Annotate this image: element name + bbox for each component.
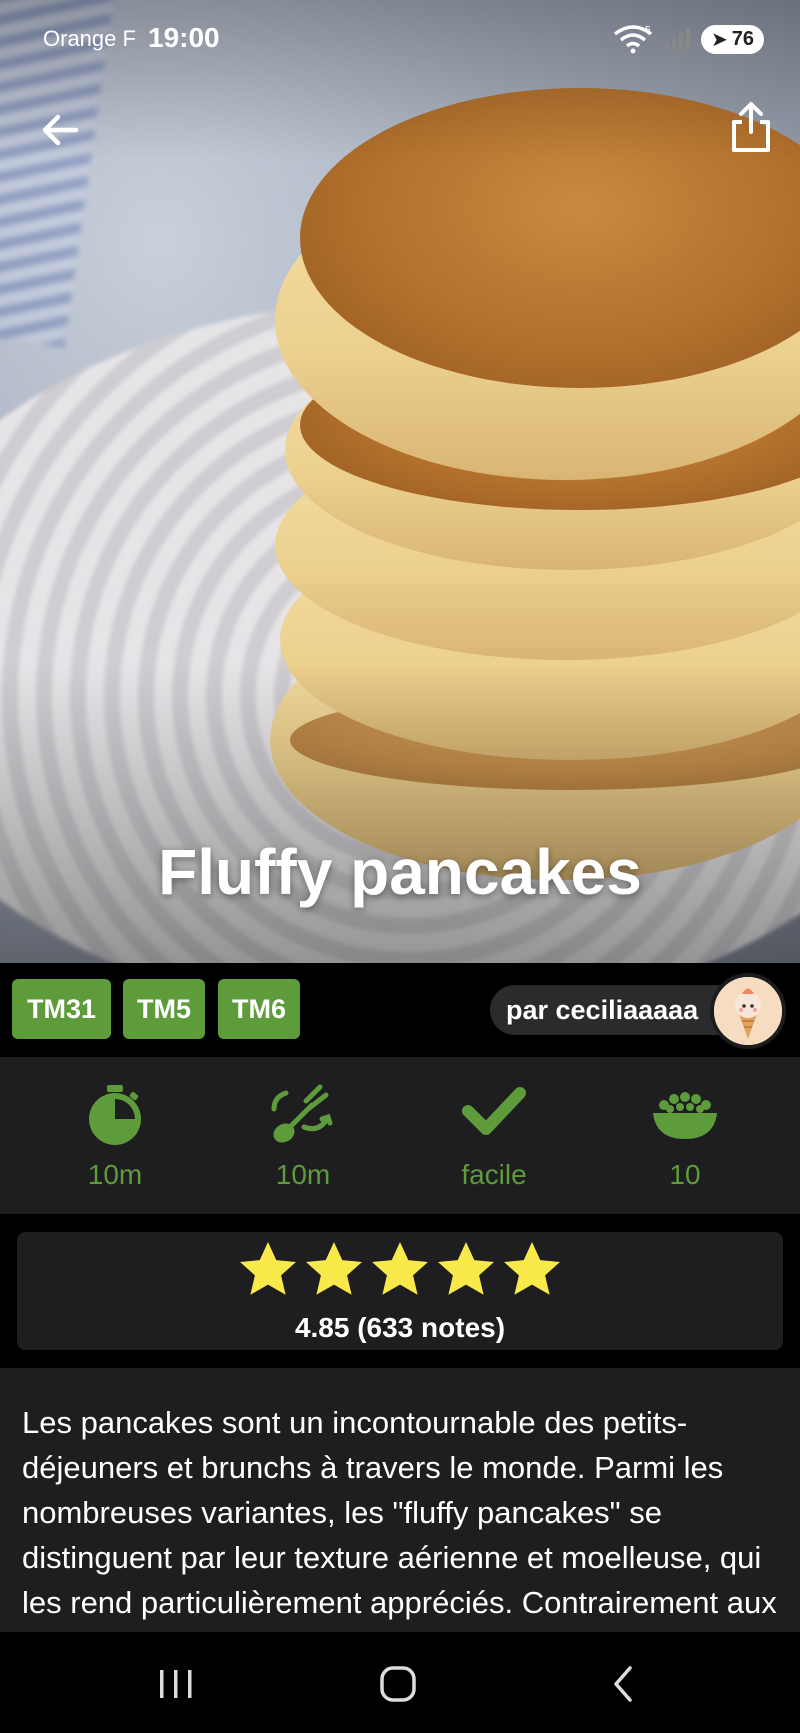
author-label: par ceciliaaaaa [506, 994, 699, 1025]
hero-image [0, 0, 800, 963]
tag-tm6[interactable]: TM6 [218, 979, 300, 1039]
stat-servings: 10 [585, 1057, 785, 1214]
rating-summary: 4.85 (633 notes) [294, 1312, 506, 1343]
description-text: Les pancakes sont un incontournable des … [22, 1405, 777, 1632]
tag-tm5[interactable]: TM5 [123, 979, 205, 1039]
tag-tm31[interactable]: TM31 [12, 979, 111, 1039]
check-icon [462, 1087, 526, 1135]
share-button[interactable] [728, 100, 774, 154]
star-icon [372, 1242, 428, 1295]
back-button[interactable] [36, 106, 84, 154]
recipe-stats: 10m 10m facile 10 [0, 1057, 800, 1214]
signal-icon [664, 28, 690, 51]
rating-section: 4.85 (633 notes) [0, 1214, 800, 1368]
recent-apps-icon [160, 1670, 192, 1698]
author-avatar[interactable] [710, 973, 786, 1049]
system-back-button[interactable] [594, 1660, 654, 1708]
home-icon [380, 1666, 416, 1702]
arrow-left-icon [42, 114, 79, 146]
tags-row: TM31 TM5 TM6 par ceciliaaaaa [0, 963, 800, 1057]
difficulty-value: facile [461, 1159, 527, 1190]
system-nav-bar [0, 1632, 800, 1733]
wifi-icon: 5 [613, 25, 653, 54]
stopwatch-icon [89, 1085, 141, 1145]
ice-cream-avatar-icon [714, 977, 782, 1045]
star-icon [240, 1242, 296, 1295]
clock: 19:00 [148, 22, 220, 53]
bowl-icon [653, 1092, 717, 1139]
battery-leaf-icon: ➤ [710, 28, 728, 51]
home-button[interactable] [368, 1660, 428, 1708]
recent-apps-button[interactable] [146, 1660, 206, 1708]
star-icon [438, 1242, 494, 1295]
rating-card[interactable]: 4.85 (633 notes) [17, 1232, 783, 1350]
wifi-badge: 5 [645, 25, 651, 36]
recipe-description: Les pancakes sont un incontournable des … [0, 1368, 800, 1632]
servings-value: 10 [669, 1159, 701, 1190]
battery-indicator: ➤ 76 [700, 24, 764, 54]
prep-time-value: 10m [87, 1159, 143, 1190]
recipe-title: Fluffy pancakes [158, 836, 642, 908]
carrier-label: Orange F [43, 26, 136, 51]
chevron-left-icon [614, 1666, 632, 1702]
rating-stars [17, 1238, 783, 1302]
stat-cook-time: 10m [203, 1057, 403, 1214]
whisk-icon [271, 1084, 333, 1143]
battery-level: 76 [731, 27, 754, 50]
cook-time-value: 10m [275, 1159, 331, 1190]
status-bar: Orange F 19:00 5 ➤ 76 [0, 0, 800, 78]
star-icon [306, 1242, 362, 1295]
stat-difficulty: facile [394, 1057, 594, 1214]
stat-prep-time: 10m [15, 1057, 215, 1214]
star-icon [504, 1242, 560, 1295]
share-icon [732, 102, 770, 152]
